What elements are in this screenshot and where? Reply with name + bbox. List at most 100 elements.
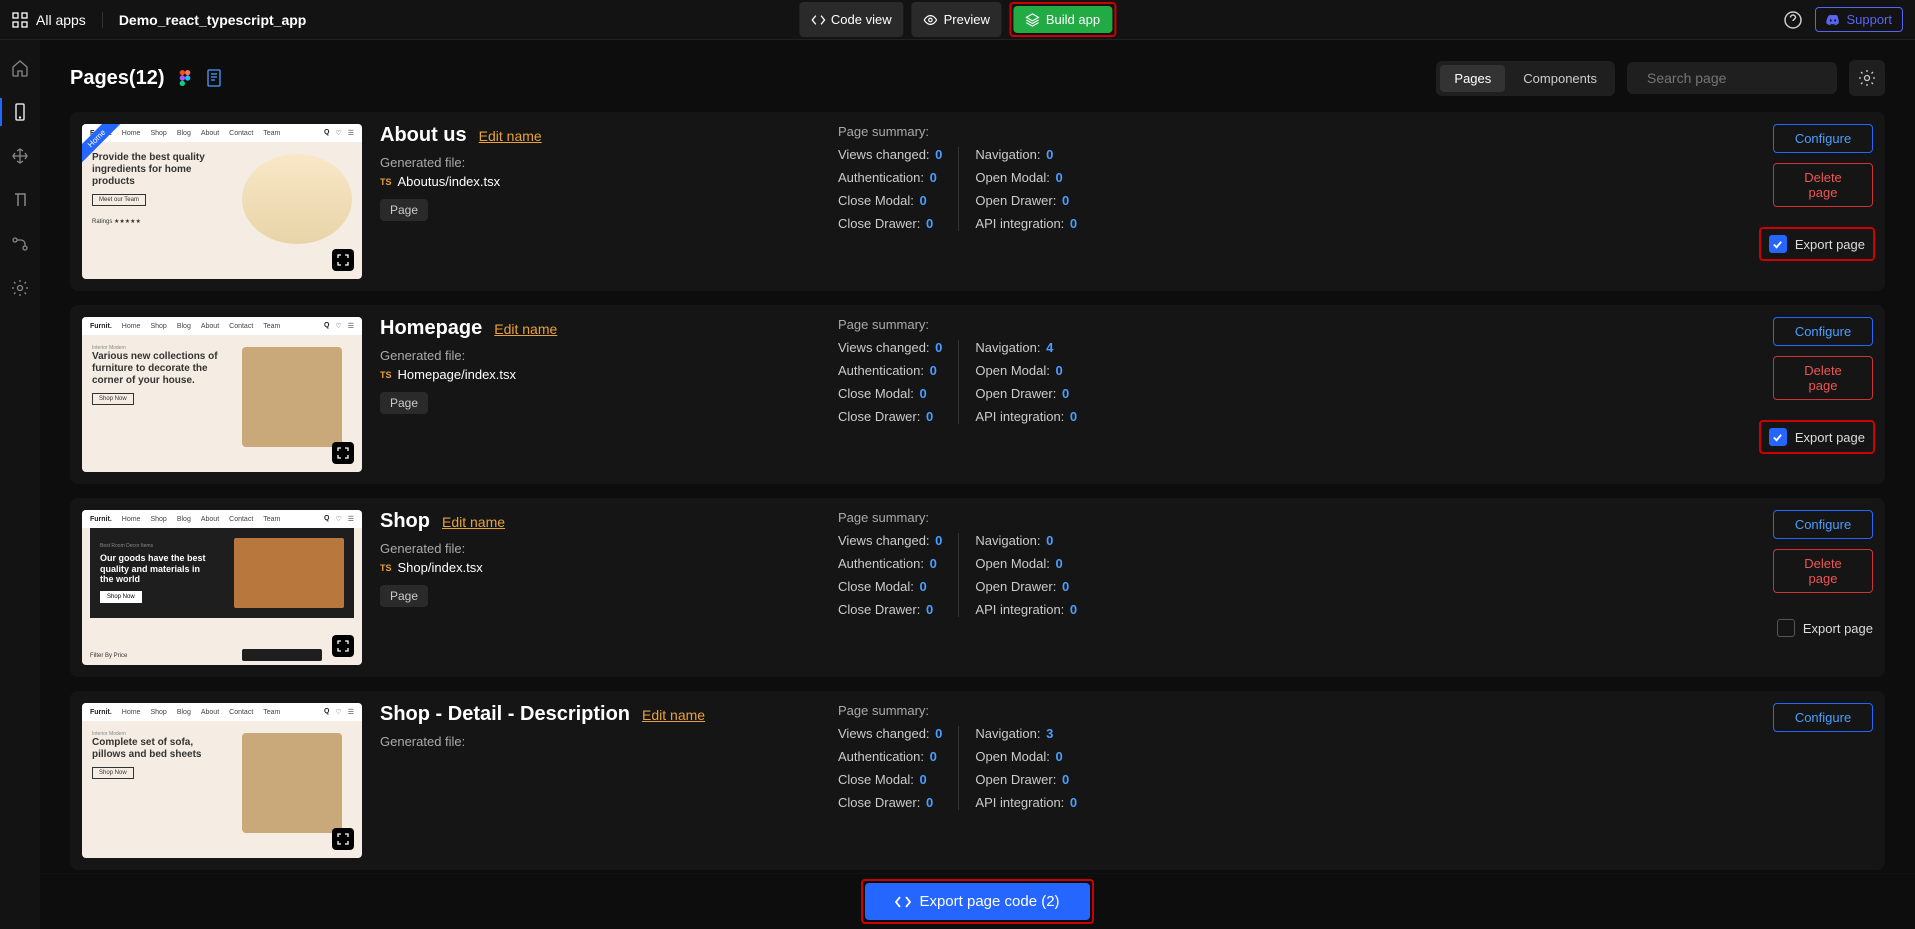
edit-name-link[interactable]: Edit name [642,707,705,723]
discord-icon [1826,13,1840,27]
text-icon [11,191,29,209]
stat-authentication: Authentication: 0 [838,556,942,571]
stat-authentication: Authentication: 0 [838,749,942,764]
expand-icon[interactable] [332,635,354,657]
export-checkbox[interactable] [1777,619,1795,637]
code-icon [811,13,825,27]
page-name: Shop [380,510,430,533]
code-icon [895,894,911,910]
sidebar-settings[interactable] [0,268,40,308]
support-label: Support [1846,12,1892,27]
stat-open-modal: Open Modal: 0 [975,556,1077,571]
page-summary-label: Page summary: [838,703,1093,718]
ts-badge: TS [380,370,392,380]
gear-icon [1858,69,1876,87]
search-box[interactable] [1627,62,1837,94]
code-view-button[interactable]: Code view [799,2,904,37]
page-thumbnail[interactable]: HomeFurnit.HomeShopBlogAboutContactTeamQ… [82,124,362,279]
export-page-code-button[interactable]: Export page code (2) [865,883,1089,920]
home-icon [11,59,29,77]
stat-open-modal: Open Modal: 0 [975,749,1077,764]
generated-file-label: Generated file: [380,734,820,749]
build-app-label: Build app [1046,12,1100,27]
preview-button[interactable]: Preview [912,2,1002,37]
generated-file-label: Generated file: [380,155,820,170]
stat-close-modal: Close Modal: 0 [838,193,942,208]
stat-views-changed: Views changed: 0 [838,340,942,355]
all-apps-link[interactable]: All apps [12,12,86,28]
sidebar-text[interactable] [0,180,40,220]
stat-open-drawer: Open Drawer: 0 [975,772,1077,787]
sidebar-flow[interactable] [0,224,40,264]
flow-icon [11,235,29,253]
sidebar-pages[interactable] [0,92,40,132]
file-path: Homepage/index.tsx [398,367,517,382]
expand-icon[interactable] [332,442,354,464]
expand-icon[interactable] [332,828,354,850]
ts-badge: TS [380,563,392,573]
layers-icon [1026,13,1040,27]
expand-icon[interactable] [332,249,354,271]
delete-page-button[interactable]: Delete page [1773,549,1873,593]
edit-name-link[interactable]: Edit name [494,321,557,337]
page-summary-label: Page summary: [838,317,1093,332]
configure-button[interactable]: Configure [1773,510,1873,539]
tab-components[interactable]: Components [1509,65,1611,92]
mobile-icon [11,103,29,121]
page-thumbnail[interactable]: Furnit.HomeShopBlogAboutContactTeamQ♡☰In… [82,703,362,858]
configure-button[interactable]: Configure [1773,703,1873,732]
stat-navigation: Navigation: 0 [975,147,1077,162]
stat-views-changed: Views changed: 0 [838,147,942,162]
page-row: Furnit.HomeShopBlogAboutContactTeamQ♡☰In… [70,305,1885,484]
page-thumbnail[interactable]: Furnit.HomeShopBlogAboutContactTeamQ♡☰Be… [82,510,362,665]
stat-open-drawer: Open Drawer: 0 [975,193,1077,208]
help-icon[interactable] [1783,10,1803,30]
gear-icon [11,279,29,297]
export-checkbox[interactable] [1769,235,1787,253]
stat-navigation: Navigation: 0 [975,533,1077,548]
stat-open-drawer: Open Drawer: 0 [975,386,1077,401]
configure-button[interactable]: Configure [1773,317,1873,346]
stat-close-drawer: Close Drawer: 0 [838,216,942,231]
page-summary-label: Page summary: [838,510,1093,525]
page-name: Homepage [380,317,482,340]
page-type-badge: Page [380,585,428,607]
export-page-label: Export page [1795,430,1865,445]
code-view-label: Code view [831,12,892,27]
figma-icon[interactable] [177,70,193,86]
stat-api-integration: API integration: 0 [975,795,1077,810]
page-type-badge: Page [380,199,428,221]
delete-page-button[interactable]: Delete page [1773,163,1873,207]
export-page-row: Export page [1761,229,1873,259]
configure-button[interactable]: Configure [1773,124,1873,153]
page-settings[interactable] [1849,60,1885,96]
page-name: Shop - Detail - Description [380,703,630,726]
pages-heading: Pages(12) [70,67,165,90]
tab-switch: Pages Components [1436,61,1615,96]
export-page-row: Export page [1777,619,1873,637]
export-page-label: Export page [1795,237,1865,252]
ts-badge: TS [380,177,392,187]
delete-page-button[interactable]: Delete page [1773,356,1873,400]
page-summary-label: Page summary: [838,124,1093,139]
build-app-button[interactable]: Build app [1014,6,1112,33]
stat-close-modal: Close Modal: 0 [838,386,942,401]
edit-name-link[interactable]: Edit name [442,514,505,530]
sidebar-move[interactable] [0,136,40,176]
move-icon [11,147,29,165]
search-input[interactable] [1647,70,1828,86]
tab-pages[interactable]: Pages [1440,65,1505,92]
stat-api-integration: API integration: 0 [975,216,1077,231]
grid-icon [12,12,28,28]
sidebar-home[interactable] [0,48,40,88]
eye-icon [924,13,938,27]
stat-api-integration: API integration: 0 [975,602,1077,617]
support-button[interactable]: Support [1815,7,1903,32]
stat-open-drawer: Open Drawer: 0 [975,579,1077,594]
document-icon[interactable] [205,69,223,87]
stat-views-changed: Views changed: 0 [838,726,942,741]
page-thumbnail[interactable]: Furnit.HomeShopBlogAboutContactTeamQ♡☰In… [82,317,362,472]
export-checkbox[interactable] [1769,428,1787,446]
stat-open-modal: Open Modal: 0 [975,170,1077,185]
edit-name-link[interactable]: Edit name [479,128,542,144]
